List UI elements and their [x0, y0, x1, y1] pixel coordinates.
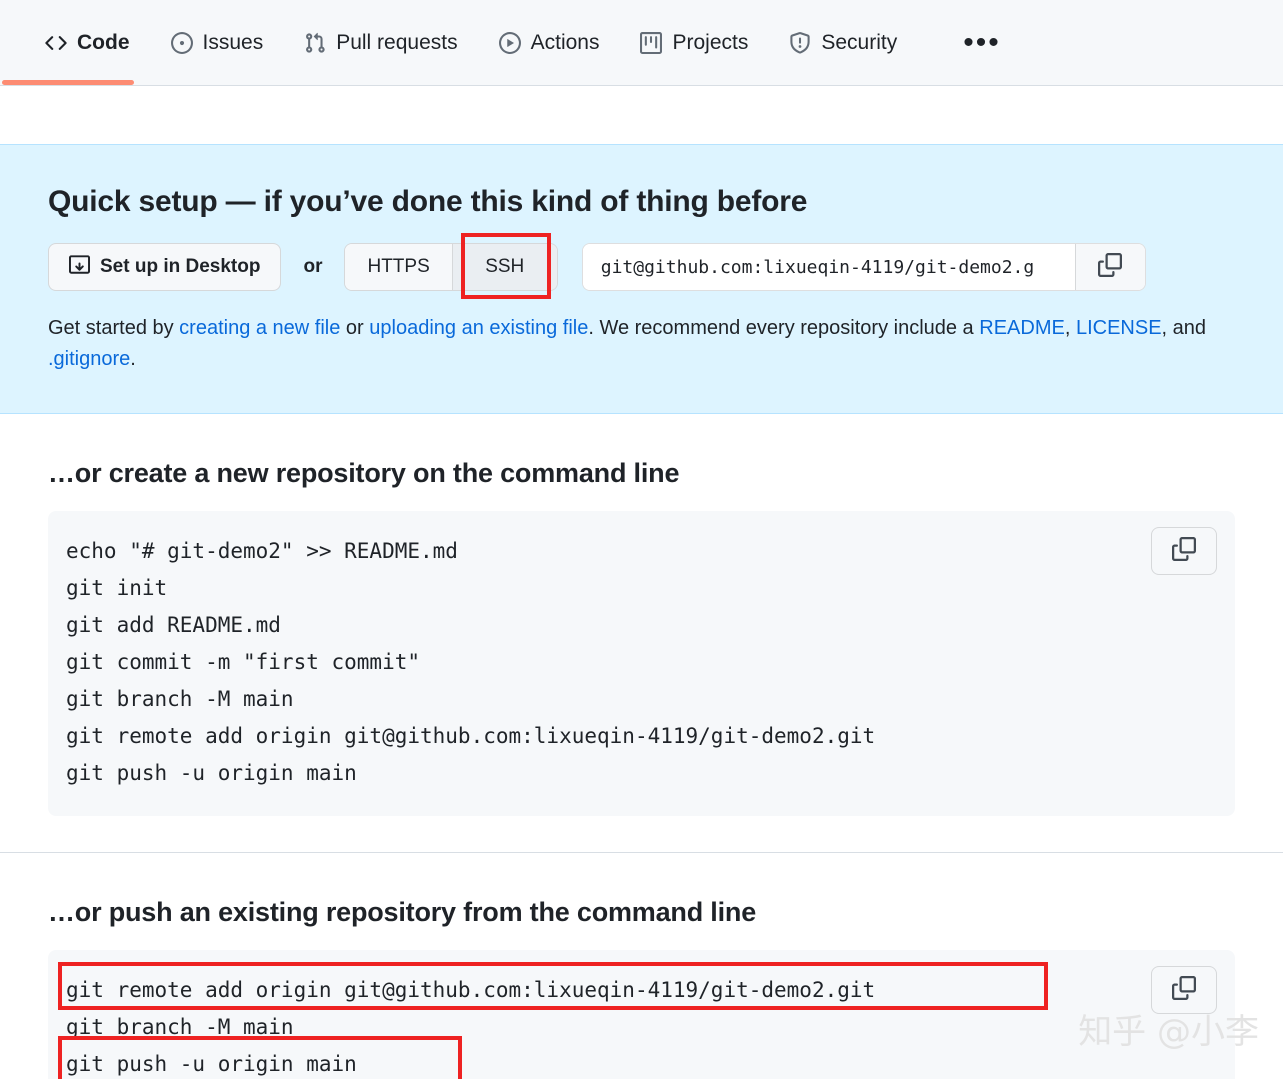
copy-icon [1172, 975, 1196, 1005]
desc-mid4: , and [1161, 317, 1207, 339]
code-line: git push -u origin main [66, 761, 357, 785]
create-repository-section: …or create a new repository on the comma… [0, 414, 1283, 853]
protocol-toggle: HTTPS SSH [344, 243, 558, 291]
nav-tab-projects-label: Projects [672, 30, 749, 54]
code-line: echo "# git-demo2" >> README.md [66, 539, 458, 563]
set-up-in-desktop-button[interactable]: Set up in Desktop [48, 243, 282, 291]
issue-opened-icon [170, 31, 194, 55]
clone-url-input[interactable]: git@github.com:lixueqin-4119/git-demo2.g [582, 244, 1075, 290]
quick-setup-description: Get started by creating a new file or up… [48, 313, 1233, 375]
code-line: git branch -M main [66, 687, 294, 711]
ssh-protocol-button[interactable]: SSH [452, 244, 557, 290]
nav-tab-actions[interactable]: Actions [478, 0, 620, 85]
nav-tab-code[interactable]: Code [2, 0, 150, 85]
readme-link[interactable]: README [979, 317, 1065, 339]
nav-tab-projects[interactable]: Projects [619, 0, 768, 85]
nav-tab-pull-requests[interactable]: Pull requests [283, 0, 477, 85]
gitignore-link[interactable]: .gitignore [48, 348, 130, 370]
git-pull-request-icon [303, 31, 327, 55]
desc-mid2: . We recommend every repository include … [588, 317, 980, 339]
desc-mid3: , [1064, 317, 1076, 339]
nav-tab-actions-label: Actions [530, 30, 600, 54]
code-icon [44, 31, 68, 55]
repo-nav: Code Issues Pull requests Actions Projec… [0, 0, 1283, 86]
nav-overflow-button[interactable]: ••• [949, 27, 1015, 57]
push-section-line-2: git branch -M main [66, 1015, 294, 1039]
copy-icon [1098, 252, 1123, 282]
code-line: git add README.md [66, 613, 281, 637]
nav-tab-security-label: Security [821, 30, 898, 54]
desc-suffix: . [130, 348, 136, 370]
project-board-icon [639, 31, 663, 55]
set-up-in-desktop-label: Set up in Desktop [100, 256, 261, 277]
nav-tab-issues[interactable]: Issues [150, 0, 284, 85]
shield-icon [788, 31, 812, 55]
https-protocol-button[interactable]: HTTPS [345, 244, 452, 290]
quick-setup-title: Quick setup — if you’ve done this kind o… [48, 185, 808, 218]
play-icon [498, 31, 522, 55]
code-line: git init [66, 576, 168, 600]
push-section-line-1: git remote add origin git@github.com:lix… [66, 978, 876, 1002]
copy-icon [1172, 536, 1196, 566]
nav-tab-security[interactable]: Security [768, 0, 917, 85]
watermark: 知乎 @小李 [1078, 1012, 1259, 1052]
desc-prefix: Get started by [48, 317, 180, 339]
push-repository-title: …or push an existing repository from the… [48, 897, 757, 927]
creating-a-new-file-link[interactable]: creating a new file [179, 317, 340, 339]
code-line: git commit -m "first commit" [66, 650, 421, 674]
create-repository-code-block: echo "# git-demo2" >> README.md git init… [48, 511, 1235, 816]
push-section-line-3: git push -u origin main [66, 1052, 357, 1076]
clone-url-box: git@github.com:lixueqin-4119/git-demo2.g [581, 243, 1146, 291]
copy-clone-url-button[interactable] [1074, 244, 1145, 290]
nav-tab-pull-requests-label: Pull requests [336, 30, 458, 54]
nav-tab-issues-label: Issues [202, 30, 264, 54]
desktop-download-icon [69, 254, 90, 281]
quick-setup-banner: Quick setup — if you’ve done this kind o… [0, 144, 1283, 414]
clone-url-group: HTTPS SSH git@github.com:lixueqin-4119/g… [344, 233, 1146, 299]
or-label: or [303, 256, 323, 277]
create-repository-title: …or create a new repository on the comma… [48, 458, 680, 488]
uploading-an-existing-file-link[interactable]: uploading an existing file [369, 317, 588, 339]
copy-create-commands-button[interactable] [1151, 527, 1217, 575]
push-repository-code-block: git remote add origin git@github.com:lix… [48, 950, 1235, 1079]
desc-mid1: or [340, 317, 370, 339]
nav-tab-code-label: Code [77, 30, 130, 54]
license-link[interactable]: LICENSE [1076, 317, 1162, 339]
code-line: git remote add origin git@github.com:lix… [66, 724, 876, 748]
quick-setup-controls: Set up in Desktop or HTTPS SSH git@githu… [48, 233, 1235, 299]
